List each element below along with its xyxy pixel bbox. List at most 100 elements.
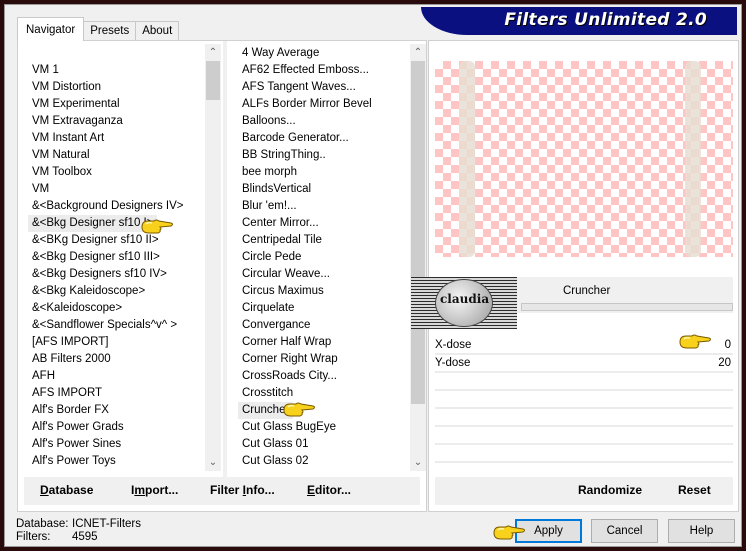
param-row-empty — [435, 409, 733, 427]
list-item[interactable]: VM Distortion — [28, 79, 204, 96]
list-item-label: Crosstitch — [242, 387, 294, 399]
list-item[interactable]: Cut Glass 02 — [238, 453, 410, 470]
import-button[interactable]: Import... — [131, 483, 178, 497]
list-item[interactable]: Circus Maximus — [238, 283, 410, 300]
list-item-label: Center Mirror... — [242, 217, 319, 229]
list-item-label: Barcode Generator... — [242, 132, 349, 144]
status-area: Database: ICNET-Filters Filters: 4595 — [16, 518, 141, 544]
list-item[interactable]: 4 Way Average — [238, 45, 410, 62]
list-item-label: Alf's Power Toys — [32, 455, 116, 467]
filters-count-value: 4595 — [72, 531, 98, 543]
list-item[interactable]: [AFS IMPORT] — [28, 334, 204, 351]
list-item-label: AFS Tangent Waves... — [242, 81, 356, 93]
scroll-down-icon[interactable]: ⌄ — [410, 454, 426, 471]
help-button[interactable]: Help — [668, 519, 735, 543]
cancel-button[interactable]: Cancel — [591, 519, 658, 543]
list-item-label: AF62 Effected Emboss... — [242, 64, 369, 76]
list-item[interactable]: &<Bkg Designers sf10 IV> — [28, 266, 204, 283]
list-item[interactable]: Alf's Power Grads — [28, 419, 204, 436]
list-item-label: ALFs Border Mirror Bevel — [242, 98, 372, 110]
tab-navigator[interactable]: Navigator — [17, 17, 85, 41]
list-item[interactable]: VM 1 — [28, 62, 204, 79]
filter-scrollbar[interactable]: ⌃ ⌄ — [410, 44, 426, 471]
list-item-label: VM 1 — [32, 64, 59, 76]
scroll-thumb[interactable] — [206, 61, 220, 100]
list-item[interactable]: AFH — [28, 368, 204, 385]
list-item[interactable]: VM Instant Art — [28, 130, 204, 147]
import-label: Import... — [131, 483, 179, 497]
list-item[interactable]: Cruncher — [238, 402, 410, 419]
list-item[interactable]: Alf's Power Toys — [28, 453, 204, 470]
list-item[interactable]: VM Experimental — [28, 96, 204, 113]
list-item[interactable]: Centripedal Tile — [238, 232, 410, 249]
param-value[interactable]: 20 — [718, 355, 731, 372]
scroll-up-icon[interactable]: ⌃ — [205, 44, 221, 61]
list-item[interactable]: VM Natural — [28, 147, 204, 164]
editor-button[interactable]: Editor... — [307, 483, 351, 497]
list-item[interactable]: AB Filters 2000 — [28, 351, 204, 368]
list-item[interactable]: Corner Half Wrap — [238, 334, 410, 351]
list-item[interactable]: Balloons... — [238, 113, 410, 130]
scroll-up-icon[interactable]: ⌃ — [410, 44, 426, 61]
param-row-empty — [435, 427, 733, 445]
tab-presets[interactable]: Presets — [83, 21, 137, 41]
list-item[interactable]: VM Toolbox — [28, 164, 204, 181]
randomize-button[interactable]: Randomize — [578, 483, 642, 497]
window-frame: Filters Unlimited 2.0 Navigator Presets … — [0, 0, 746, 551]
list-item[interactable]: Barcode Generator... — [238, 130, 410, 147]
filter-progress-bar — [521, 303, 733, 311]
list-item[interactable]: BlindsVertical — [238, 181, 410, 198]
list-item[interactable]: BB StringThing.. — [238, 147, 410, 164]
tab-about[interactable]: About — [135, 21, 180, 41]
column-divider — [223, 41, 227, 481]
filter-info-button[interactable]: Filter Info... — [210, 483, 275, 497]
list-item-label: VM Instant Art — [32, 132, 105, 144]
list-item[interactable]: ALFs Border Mirror Bevel — [238, 96, 410, 113]
list-item-label: Alf's Power Sines — [32, 438, 122, 450]
title-banner: Filters Unlimited 2.0 — [421, 7, 737, 35]
list-item[interactable]: Crosstitch — [238, 385, 410, 402]
database-button[interactable]: Database — [40, 483, 93, 497]
list-item[interactable]: AFS Tangent Waves... — [238, 79, 410, 96]
category-list[interactable]: VM 1 VM Distortion VM Experimental VM Extra… — [28, 45, 204, 474]
list-item[interactable]: Alf's Power Sines — [28, 436, 204, 453]
list-item[interactable]: bee morph — [238, 164, 410, 181]
list-item[interactable]: Blur 'em!... — [238, 198, 410, 215]
param-row-empty — [435, 445, 733, 463]
category-scrollbar[interactable]: ⌃ ⌄ — [205, 44, 221, 471]
list-item[interactable]: &<Sandflower Specials^v^ > — [28, 317, 204, 334]
list-item-label: Circus Maximus — [242, 285, 324, 297]
scroll-down-icon[interactable]: ⌄ — [205, 454, 221, 471]
list-item[interactable]: Cut Glass 01 — [238, 436, 410, 453]
list-item-label: bee morph — [242, 166, 297, 178]
list-item[interactable]: &<Bkg Designer sf10 III> — [28, 249, 204, 266]
list-item[interactable]: &<Background Designers IV> — [28, 198, 204, 215]
filter-list[interactable]: 4 Way Average AF62 Effected Emboss... AFS … — [238, 45, 410, 474]
list-item[interactable]: &<Bkg Designer sf10 I> — [28, 215, 204, 232]
list-item[interactable]: Center Mirror... — [238, 215, 410, 232]
list-item[interactable]: &<Bkg Kaleidoscope> — [28, 283, 204, 300]
navigator-panel: VM 1 VM Distortion VM Experimental VM Extra… — [17, 40, 427, 512]
list-item[interactable]: Convergance — [238, 317, 410, 334]
list-item[interactable]: VM — [28, 181, 204, 198]
list-item-label: &<Sandflower Specials^v^ > — [32, 319, 178, 331]
scroll-thumb[interactable] — [411, 61, 425, 404]
list-item[interactable]: Alf's Border FX — [28, 402, 204, 419]
list-item[interactable]: AFS IMPORT — [28, 385, 204, 402]
list-item[interactable]: &<BKg Designer sf10 II> — [28, 232, 204, 249]
reset-button[interactable]: Reset — [678, 483, 711, 497]
parameter-list: X-dose 0 Y-dose 20 — [435, 337, 733, 481]
list-item[interactable]: Corner Right Wrap — [238, 351, 410, 368]
list-item[interactable]: AF62 Effected Emboss... — [238, 62, 410, 79]
param-row-y-dose[interactable]: Y-dose 20 — [435, 355, 733, 373]
param-value[interactable]: 0 — [725, 337, 731, 354]
list-item[interactable]: VM Extravaganza — [28, 113, 204, 130]
list-item[interactable]: Circular Weave... — [238, 266, 410, 283]
list-item[interactable]: CrossRoads City... — [238, 368, 410, 385]
list-item[interactable]: &<Kaleidoscope> — [28, 300, 204, 317]
list-item[interactable]: Circle Pede — [238, 249, 410, 266]
list-item[interactable]: Cut Glass BugEye — [238, 419, 410, 436]
list-item-label: &<Bkg Designers sf10 IV> — [32, 268, 167, 280]
list-item-label: &<Kaleidoscope> — [32, 302, 123, 314]
list-item[interactable]: Cirquelate — [238, 300, 410, 317]
